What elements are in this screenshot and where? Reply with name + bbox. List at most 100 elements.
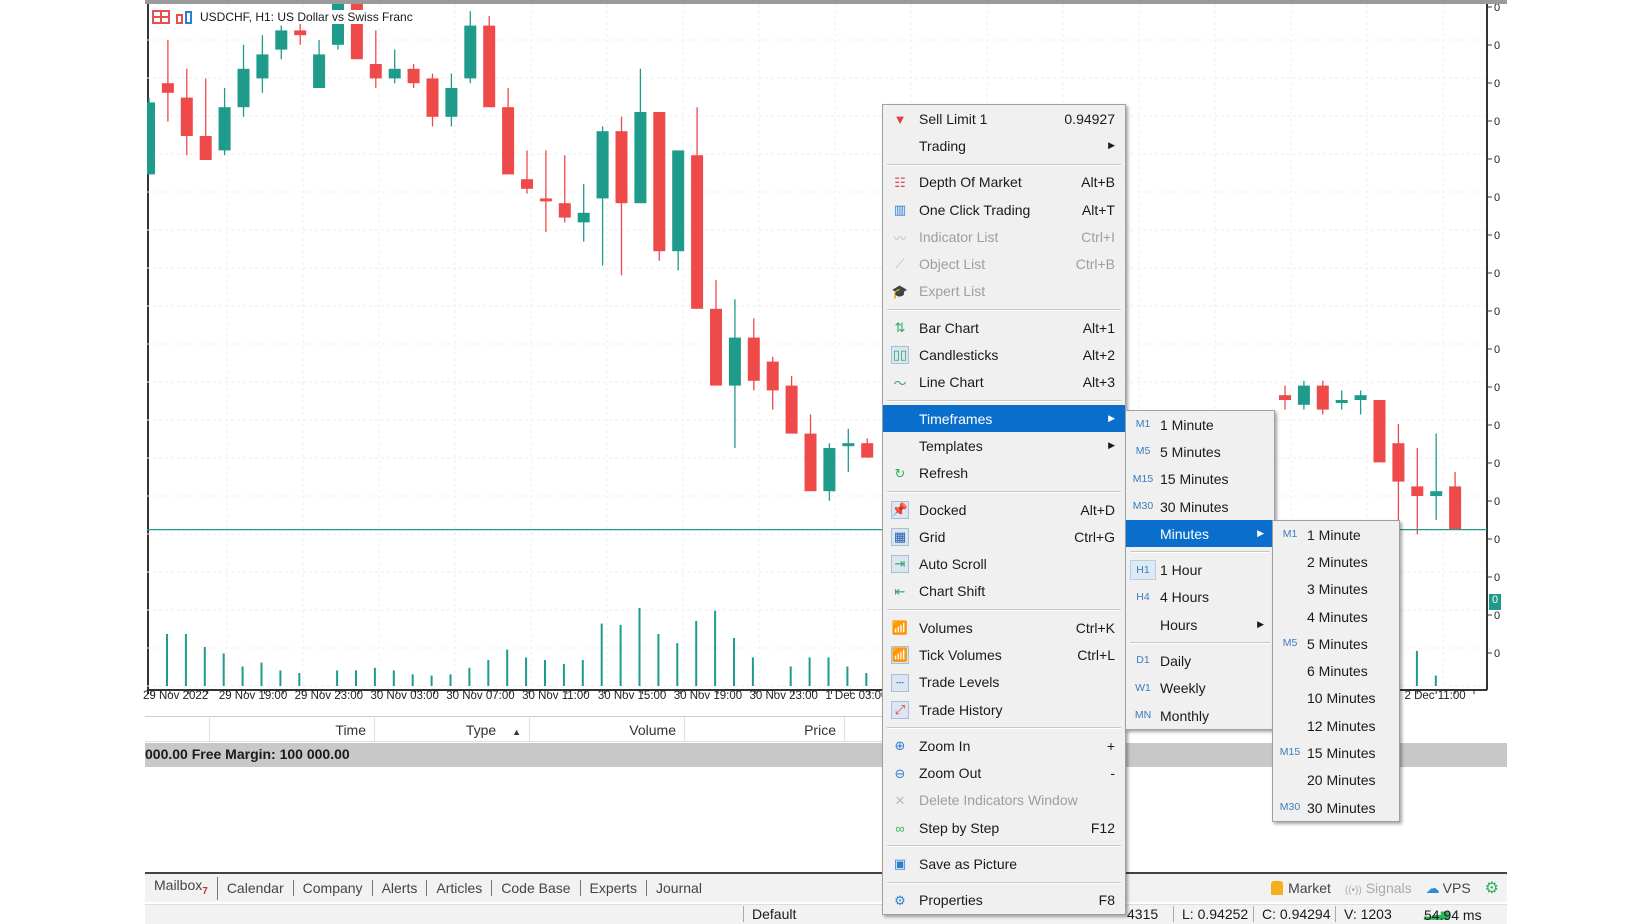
menu-item-zoom-in[interactable]: ⊕ Zoom In + [883, 732, 1125, 759]
menu-item-properties[interactable]: ⚙ Properties F8 [883, 887, 1125, 914]
menu-item-auto-scroll[interactable]: ⇥ Auto Scroll [883, 550, 1125, 577]
time-axis-label: 29 Nov 19:00 [218, 690, 288, 702]
menu-item-shortcut: Alt+D [1080, 501, 1115, 518]
candle-right-body [1335, 400, 1348, 403]
price-axis-label: 0 [1494, 230, 1500, 242]
column-header-time[interactable]: Time [210, 717, 375, 741]
menu-item-weekly[interactable]: W1 Weekly [1126, 675, 1274, 702]
menu-item-label: 15 Minutes [1160, 471, 1229, 488]
tab-alerts[interactable]: Alerts [373, 880, 428, 896]
menu-item-hours[interactable]: Hours ▶ [1126, 611, 1274, 638]
menu-item-4-hours[interactable]: H4 4 Hours [1126, 584, 1274, 611]
column-header-volume[interactable]: Volume [530, 717, 685, 741]
tab-code-base[interactable]: Code Base [492, 880, 581, 896]
gear-icon: ⚙ [894, 892, 906, 908]
expert-list-icon: 🎓 [891, 283, 909, 299]
candle-body [502, 107, 515, 175]
menu-item-chart-shift[interactable]: ⇤ Chart Shift [883, 578, 1125, 605]
menu-item-grid[interactable]: ▦ Grid Ctrl+G [883, 523, 1125, 550]
menu-item-bar-chart[interactable]: ⇅ Bar Chart Alt+1 [883, 314, 1125, 341]
menu-item-12-minutes[interactable]: 12 Minutes [1273, 712, 1399, 739]
menu-item-save-as-picture[interactable]: ▣ Save as Picture [883, 850, 1125, 877]
menu-item-6-minutes[interactable]: 6 Minutes [1273, 657, 1399, 684]
column-header-type[interactable]: Type ▲ [375, 717, 530, 741]
menu-item-15-minutes[interactable]: M15 15 Minutes [1273, 739, 1399, 766]
menu-item-timeframes[interactable]: Timeframes ▶ [883, 404, 1125, 433]
candle-body [369, 64, 382, 79]
zoom-in-icon: ⊕ [894, 738, 906, 754]
menu-item-zoom-out[interactable]: ⊖ Zoom Out - [883, 760, 1125, 787]
one-click-trading-icon[interactable] [176, 10, 194, 24]
candle-body [237, 68, 250, 108]
tab-articles[interactable]: Articles [427, 880, 493, 896]
candle-right-body [1354, 395, 1367, 400]
menu-item-object-list[interactable]: ⟋ Object List Ctrl+B [883, 250, 1125, 277]
settings-gear-icon[interactable]: ⚙ [1485, 878, 1499, 898]
menu-item-1-minute[interactable]: M1 1 Minute [1126, 411, 1274, 438]
menu-item-5-minutes[interactable]: M5 5 Minutes [1126, 438, 1274, 465]
menu-item-shortcut: Ctrl+K [1075, 619, 1115, 636]
menu-separator [883, 605, 1125, 614]
candle-body [275, 30, 288, 50]
tab-journal[interactable]: Journal [647, 880, 711, 896]
menu-item-sell-limit-1[interactable]: ▼ Sell Limit 1 0.94927 [883, 105, 1125, 132]
menu-separator [883, 723, 1125, 732]
signals-link[interactable]: ((•)) Signals [1345, 880, 1412, 896]
menu-item-label: 15 Minutes [1307, 745, 1376, 762]
candle-body [313, 54, 326, 88]
menu-item-label: 6 Minutes [1307, 663, 1368, 680]
menu-item-expert-list[interactable]: 🎓 Expert List [883, 278, 1125, 305]
tab-calendar[interactable]: Calendar [218, 880, 294, 896]
tab-company[interactable]: Company [294, 880, 373, 896]
menu-item-5-minutes[interactable]: M5 5 Minutes [1273, 630, 1399, 657]
trade-table-header: Time Type ▲ Volume Price [145, 716, 885, 742]
menu-item-1-minute[interactable]: M1 1 Minute [1273, 521, 1399, 548]
menu-item-step-by-step[interactable]: ∞ Step by Step F12 [883, 814, 1125, 841]
menu-item-15-minutes[interactable]: M15 15 Minutes [1126, 466, 1274, 493]
time-axis-label: 29 Nov 23:00 [294, 690, 364, 702]
menu-item-trading[interactable]: Trading ▶ [883, 132, 1125, 159]
sort-ascending-icon: ▲ [512, 727, 521, 737]
column-header-price[interactable]: Price [685, 717, 845, 741]
menu-item-label: 5 Minutes [1307, 635, 1368, 652]
vps-link[interactable]: ☁ VPS [1426, 880, 1471, 897]
menu-item-30-minutes[interactable]: M30 30 Minutes [1126, 493, 1274, 520]
menu-item-2-minutes[interactable]: 2 Minutes [1273, 548, 1399, 575]
menu-item-candlesticks[interactable]: ▯▯ Candlesticks Alt+2 [883, 341, 1125, 368]
menu-item-label: Delete Indicators Window [919, 792, 1078, 809]
menu-item-refresh[interactable]: ↻ Refresh [883, 460, 1125, 487]
time-axis-label: 30 Nov 07:00 [446, 690, 515, 702]
time-axis-label: 30 Nov 19:00 [673, 690, 743, 702]
candle-body [653, 112, 666, 252]
menu-item-daily[interactable]: D1 Daily [1126, 647, 1274, 674]
menu-item-10-minutes[interactable]: 10 Minutes [1273, 685, 1399, 712]
symbol-title: USDCHF, H1: US Dollar vs Swiss Franc [200, 10, 413, 24]
menu-item-trade-history[interactable]: ⤢ Trade History [883, 696, 1125, 723]
menu-item-4-minutes[interactable]: 4 Minutes [1273, 603, 1399, 630]
menu-item-docked[interactable]: 📌 Docked Alt+D [883, 496, 1125, 523]
menu-item-depth-of-market[interactable]: ☷ Depth Of Market Alt+B [883, 169, 1125, 196]
time-axis-label: 30 Nov 11:00 [522, 690, 590, 702]
menu-item-line-chart[interactable]: 〜 Line Chart Alt+3 [883, 369, 1125, 396]
menu-item-volumes[interactable]: 📶 Volumes Ctrl+K [883, 614, 1125, 641]
menu-item-label: Refresh [919, 465, 969, 482]
menu-item-delete-indicators-window[interactable]: ✕ Delete Indicators Window [883, 787, 1125, 814]
candle-body [426, 78, 439, 117]
menu-item-monthly[interactable]: MN Monthly [1126, 702, 1274, 729]
menu-item-20-minutes[interactable]: 20 Minutes [1273, 767, 1399, 794]
menu-item-minutes[interactable]: Minutes ▶ [1126, 520, 1274, 548]
tab-mailbox[interactable]: Mailbox7 [145, 876, 218, 900]
market-link[interactable]: Market [1271, 880, 1331, 896]
menu-item-one-click-trading[interactable]: ▥ One Click Trading Alt+T [883, 196, 1125, 223]
menu-item-tick-volumes[interactable]: 📶 Tick Volumes Ctrl+L [883, 641, 1125, 668]
depth-of-market-icon[interactable] [152, 10, 170, 24]
menu-item-3-minutes[interactable]: 3 Minutes [1273, 576, 1399, 603]
menu-item-30-minutes[interactable]: M30 30 Minutes [1273, 794, 1399, 821]
tab-experts[interactable]: Experts [581, 880, 648, 896]
menu-item-templates[interactable]: Templates ▶ [883, 432, 1125, 459]
menu-item-1-hour[interactable]: H1 1 Hour [1126, 556, 1274, 583]
menu-item-trade-levels[interactable]: ┄ Trade Levels [883, 669, 1125, 696]
bar-chart-icon: ⇅ [894, 320, 906, 336]
menu-item-indicator-list[interactable]: 〰 Indicator List Ctrl+I [883, 223, 1125, 250]
profile-name[interactable]: Default [743, 906, 796, 922]
